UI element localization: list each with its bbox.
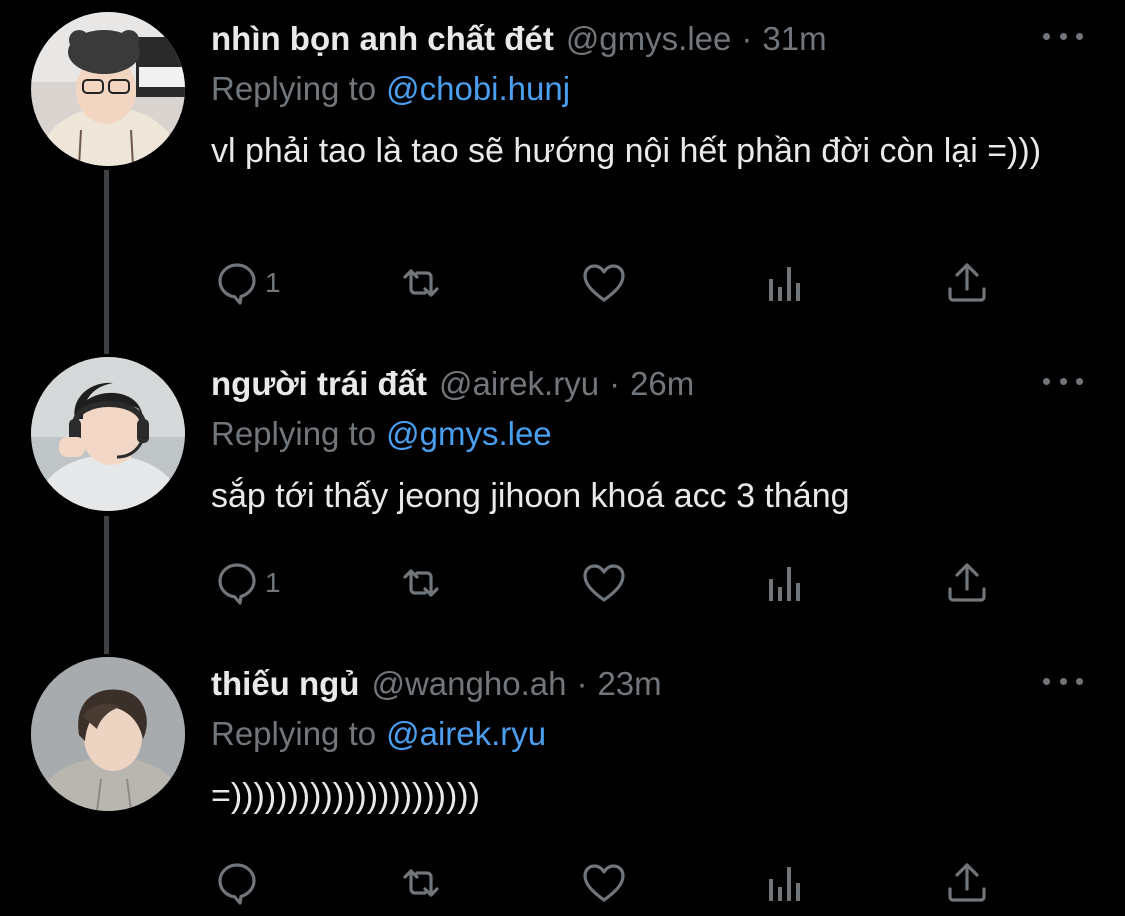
heart-icon bbox=[583, 864, 625, 902]
share-button[interactable] bbox=[943, 258, 991, 308]
share-icon bbox=[948, 863, 986, 902]
avatar[interactable] bbox=[31, 357, 185, 511]
tweet[interactable]: thiếu ngủ @wangho.ah · 23m Replying to @a… bbox=[0, 645, 1125, 916]
reply-icon bbox=[218, 563, 256, 605]
separator: · bbox=[576, 665, 588, 702]
avatar-image bbox=[31, 657, 185, 811]
more-icon[interactable] bbox=[1043, 371, 1083, 391]
views-button[interactable] bbox=[763, 258, 811, 308]
display-name[interactable]: nhìn bọn anh chất đét bbox=[211, 20, 554, 58]
timestamp[interactable]: 31m bbox=[762, 20, 826, 58]
reply-count: 1 bbox=[265, 567, 281, 598]
more-icon[interactable] bbox=[1043, 671, 1083, 691]
tweet-actions bbox=[0, 858, 1125, 908]
reply-button[interactable]: 1 bbox=[213, 558, 281, 608]
replying-to: Replying to @gmys.lee bbox=[211, 415, 552, 453]
user-handle[interactable]: @airek.ryu bbox=[439, 365, 599, 403]
tweet-text: =)))))))))))))))))))))) bbox=[211, 777, 480, 815]
share-button[interactable] bbox=[943, 858, 991, 908]
tweet[interactable]: người trái đất @airek.ryu · 26m Replying… bbox=[0, 345, 1125, 645]
separator: · bbox=[609, 365, 621, 402]
tweet-actions: 1 bbox=[0, 258, 1125, 308]
retweet-button[interactable] bbox=[397, 858, 445, 908]
tweet-header: nhìn bọn anh chất đét @gmys.lee · 31m bbox=[211, 20, 827, 64]
display-name[interactable]: thiếu ngủ bbox=[211, 665, 359, 703]
tweet-actions: 1 bbox=[0, 558, 1125, 608]
tweet-header: thiếu ngủ @wangho.ah · 23m bbox=[211, 665, 662, 709]
reply-button[interactable]: 1 bbox=[213, 258, 281, 308]
separator: · bbox=[741, 20, 753, 57]
reply-button[interactable] bbox=[213, 858, 265, 908]
retweet-icon bbox=[403, 569, 439, 597]
replying-to-label: Replying to bbox=[211, 70, 377, 107]
heart-icon bbox=[583, 264, 625, 302]
views-button[interactable] bbox=[763, 858, 811, 908]
replying-to: Replying to @airek.ryu bbox=[211, 715, 546, 753]
replying-to: Replying to @chobi.hunj bbox=[211, 70, 570, 108]
tweet-text: vl phải tao là tao sẽ hướng nội hết phần… bbox=[211, 132, 1042, 170]
tweet-text: sắp tới thấy jeong jihoon khoá acc 3 thá… bbox=[211, 477, 850, 515]
share-button[interactable] bbox=[943, 558, 991, 608]
retweet-button[interactable] bbox=[397, 558, 445, 608]
like-button[interactable] bbox=[580, 858, 628, 908]
tweet[interactable]: nhìn bọn anh chất đét @gmys.lee · 31m Re… bbox=[0, 0, 1125, 345]
tweet-header: người trái đất @airek.ryu · 26m bbox=[211, 365, 694, 409]
share-icon bbox=[948, 263, 986, 302]
analytics-icon bbox=[769, 867, 800, 901]
retweet-icon bbox=[403, 869, 439, 897]
avatar[interactable] bbox=[31, 12, 185, 166]
like-button[interactable] bbox=[580, 558, 628, 608]
retweet-button[interactable] bbox=[397, 258, 445, 308]
reply-icon bbox=[218, 863, 256, 905]
timestamp[interactable]: 26m bbox=[630, 365, 694, 403]
analytics-icon bbox=[769, 567, 800, 601]
replying-to-handle[interactable]: @chobi.hunj bbox=[386, 70, 570, 107]
replying-to-handle[interactable]: @airek.ryu bbox=[386, 715, 546, 752]
views-button[interactable] bbox=[763, 558, 811, 608]
display-name[interactable]: người trái đất bbox=[211, 365, 427, 403]
analytics-icon bbox=[769, 267, 800, 301]
user-handle[interactable]: @wangho.ah bbox=[371, 665, 566, 703]
user-handle[interactable]: @gmys.lee bbox=[566, 20, 732, 58]
replying-to-handle[interactable]: @gmys.lee bbox=[386, 415, 552, 452]
avatar-image bbox=[31, 12, 185, 166]
share-icon bbox=[948, 563, 986, 602]
replying-to-label: Replying to bbox=[211, 415, 377, 452]
timestamp[interactable]: 23m bbox=[597, 665, 661, 703]
retweet-icon bbox=[403, 269, 439, 297]
avatar-image bbox=[31, 357, 185, 511]
reply-count: 1 bbox=[265, 267, 281, 298]
avatar[interactable] bbox=[31, 657, 185, 811]
more-icon[interactable] bbox=[1043, 26, 1083, 46]
replying-to-label: Replying to bbox=[211, 715, 377, 752]
heart-icon bbox=[583, 564, 625, 602]
like-button[interactable] bbox=[580, 258, 628, 308]
reply-icon bbox=[218, 263, 256, 305]
